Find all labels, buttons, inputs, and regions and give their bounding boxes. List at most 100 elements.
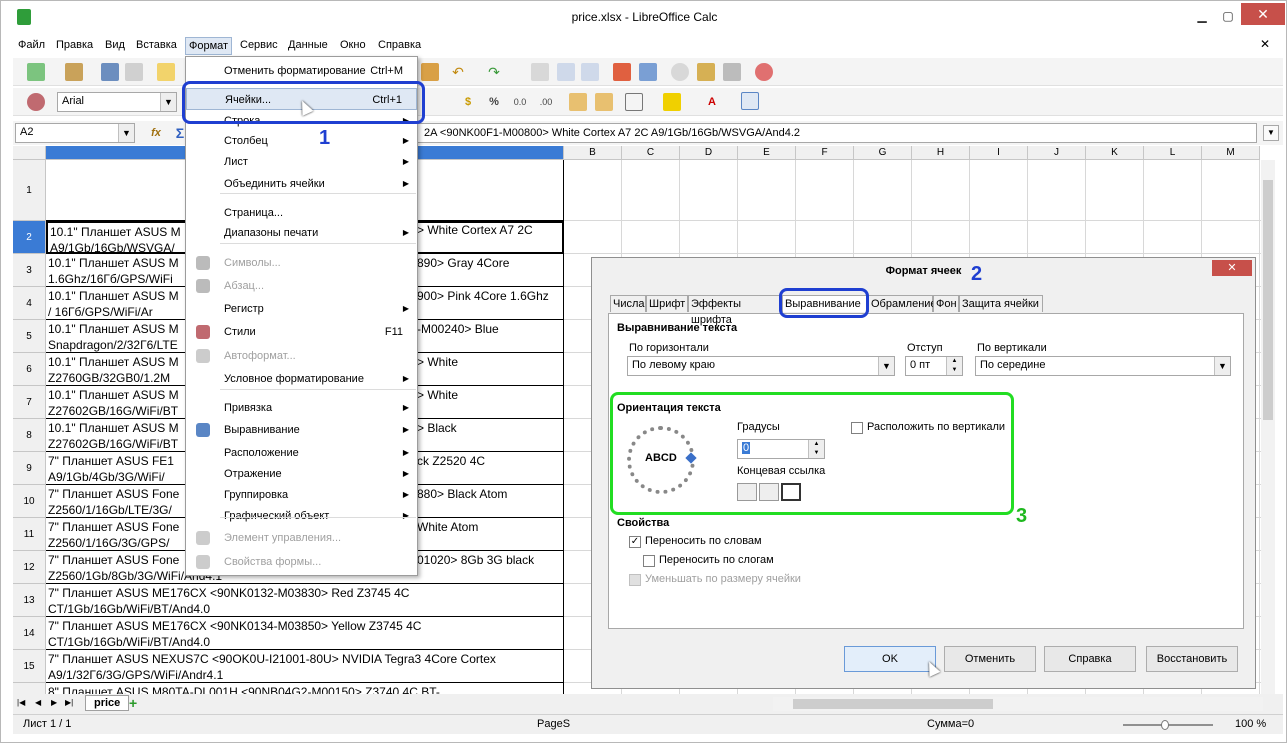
row-header[interactable]: 14 [13, 617, 46, 650]
column-header-d[interactable]: D [680, 146, 738, 160]
row-header[interactable]: 6 [13, 353, 46, 386]
vertical-scrollbar[interactable] [1261, 160, 1275, 694]
row-header[interactable]: 13 [13, 584, 46, 617]
menu-format[interactable]: Формат [185, 37, 233, 55]
row-header[interactable]: 9 [13, 452, 46, 485]
zoom-slider[interactable] [1123, 720, 1213, 730]
column-header-m[interactable]: M [1202, 146, 1260, 160]
pivot-icon[interactable] [639, 63, 657, 81]
zoom-slider-thumb[interactable] [1161, 720, 1169, 730]
chevron-down-icon[interactable]: ▼ [1214, 357, 1230, 375]
first-sheet-icon[interactable]: |◀ [17, 698, 25, 707]
format-menu-item[interactable]: Свойства формы... [186, 551, 417, 573]
sort-asc-icon[interactable] [557, 63, 575, 81]
navigator-icon[interactable] [671, 63, 689, 81]
dialog-tab[interactable]: Фон [933, 295, 959, 312]
format-menu-item[interactable]: Отменить форматирование Ctrl+M [186, 60, 417, 82]
format-menu-item[interactable]: Автоформат... [186, 345, 417, 367]
format-menu-item[interactable]: Абзац... [186, 275, 417, 297]
reset-button[interactable]: Восстановить [1146, 646, 1238, 672]
dialog-tab[interactable]: Шрифт [646, 295, 688, 312]
vertical-align-select[interactable]: По середине ▼ [975, 356, 1231, 376]
menu-help[interactable]: Справка [375, 37, 424, 53]
format-menu-item[interactable]: Диапазоны печати ▶ [186, 222, 417, 244]
indent-spin[interactable]: 0 пт ▲ ▼ [905, 356, 963, 376]
row-header[interactable]: 11 [13, 518, 46, 551]
cancel-button[interactable]: Отменить [944, 646, 1036, 672]
percent-icon[interactable]: % [485, 93, 503, 111]
maximize-icon[interactable]: ▢ [1215, 8, 1241, 24]
column-header-b[interactable]: B [564, 146, 622, 160]
chart-icon[interactable] [613, 63, 631, 81]
row-header[interactable]: 3 [13, 254, 46, 287]
format-menu-item[interactable]: Столбец ▶ [186, 130, 417, 152]
open-icon[interactable] [65, 63, 83, 81]
column-header-e[interactable]: E [738, 146, 796, 160]
name-box[interactable]: A2 ▼ [15, 123, 135, 143]
font-color-icon[interactable]: A [703, 93, 721, 111]
prev-sheet-icon[interactable]: ◀ [35, 698, 41, 707]
dialog-tab[interactable]: Числа [610, 295, 646, 312]
outdent-icon[interactable] [595, 93, 613, 111]
menu-insert[interactable]: Вставка [133, 37, 180, 53]
format-menu-item[interactable]: Группировка ▶ [186, 484, 417, 506]
menu-data[interactable]: Данные [285, 37, 331, 53]
format-menu-item[interactable]: Стили F11 [186, 321, 417, 343]
styles-icon[interactable] [27, 93, 45, 111]
close-icon[interactable]: ✕ [1241, 3, 1285, 25]
format-menu-item[interactable]: Отражение ▶ [186, 463, 417, 485]
ok-button[interactable]: OK [844, 646, 936, 672]
format-menu-item[interactable]: Страница... [186, 202, 417, 224]
redo-icon[interactable]: ↷ [485, 63, 503, 81]
menu-edit[interactable]: Правка [53, 37, 96, 53]
format-menu-item[interactable]: Привязка ▶ [186, 397, 417, 419]
row-header[interactable]: 1 [13, 160, 46, 221]
column-header-f[interactable]: F [796, 146, 854, 160]
horizontal-scrollbar[interactable] [773, 697, 1263, 711]
gallery-icon[interactable] [697, 63, 715, 81]
minimize-icon[interactable]: ▁ [1189, 8, 1215, 24]
grid-lines-icon[interactable] [741, 92, 759, 110]
font-name-combo[interactable]: Arial ▼ [57, 92, 177, 112]
menu-file[interactable]: Файл [15, 37, 48, 53]
row-header[interactable]: 15 [13, 650, 46, 683]
expand-formula-icon[interactable]: ▼ [1263, 125, 1279, 141]
column-header-k[interactable]: K [1086, 146, 1144, 160]
borders-icon[interactable] [625, 93, 643, 111]
dialog-close-icon[interactable]: ✕ [1212, 260, 1252, 276]
column-header-l[interactable]: L [1144, 146, 1202, 160]
menu-view[interactable]: Вид [102, 37, 128, 53]
email-icon[interactable] [125, 63, 143, 81]
background-color-icon[interactable] [663, 93, 681, 111]
doc-close-icon[interactable]: ✕ [1260, 37, 1270, 51]
scroll-thumb[interactable] [1263, 180, 1273, 420]
edit-mode-icon[interactable] [157, 63, 175, 81]
column-header-h[interactable]: H [912, 146, 970, 160]
dialog-tab[interactable]: Обрамление [868, 295, 937, 312]
menu-tools[interactable]: Сервис [237, 37, 281, 53]
dialog-tab[interactable]: Эффекты шрифта [688, 295, 782, 326]
row-header[interactable]: 10 [13, 485, 46, 518]
horizontal-align-select[interactable]: По левому краю ▼ [627, 356, 895, 376]
row-header[interactable]: 7 [13, 386, 46, 419]
spin-icon[interactable]: ▲ ▼ [946, 357, 962, 375]
format-menu-item[interactable]: Лист ▶ [186, 151, 417, 173]
format-menu-item[interactable]: Объединить ячейки ▶ [186, 173, 417, 195]
column-header-c[interactable]: C [622, 146, 680, 160]
cell-a[interactable]: 7" Планшет ASUS ME176CX <90NK0134-M03850… [46, 617, 564, 650]
row-header[interactable]: 8 [13, 419, 46, 452]
cell-a[interactable]: 7" Планшет ASUS NEXUS7C <90OK0U-I21001-8… [46, 650, 564, 683]
shrink-to-fit-checkbox[interactable] [629, 574, 641, 586]
menu-window[interactable]: Окно [337, 37, 369, 53]
decimal-icon[interactable]: 0.0 [511, 93, 529, 111]
column-header-j[interactable]: J [1028, 146, 1086, 160]
format-menu-item[interactable]: Регистр ▶ [186, 298, 417, 320]
row-header[interactable]: 5 [13, 320, 46, 353]
row-header[interactable]: 12 [13, 551, 46, 584]
row-header[interactable]: 2 [13, 221, 46, 254]
clone-format-icon[interactable] [421, 63, 439, 81]
chevron-down-icon[interactable]: ▼ [118, 124, 134, 142]
sort-desc-icon[interactable] [581, 63, 599, 81]
dialog-tab[interactable]: Защита ячейки [959, 295, 1043, 312]
column-header-i[interactable]: I [970, 146, 1028, 160]
